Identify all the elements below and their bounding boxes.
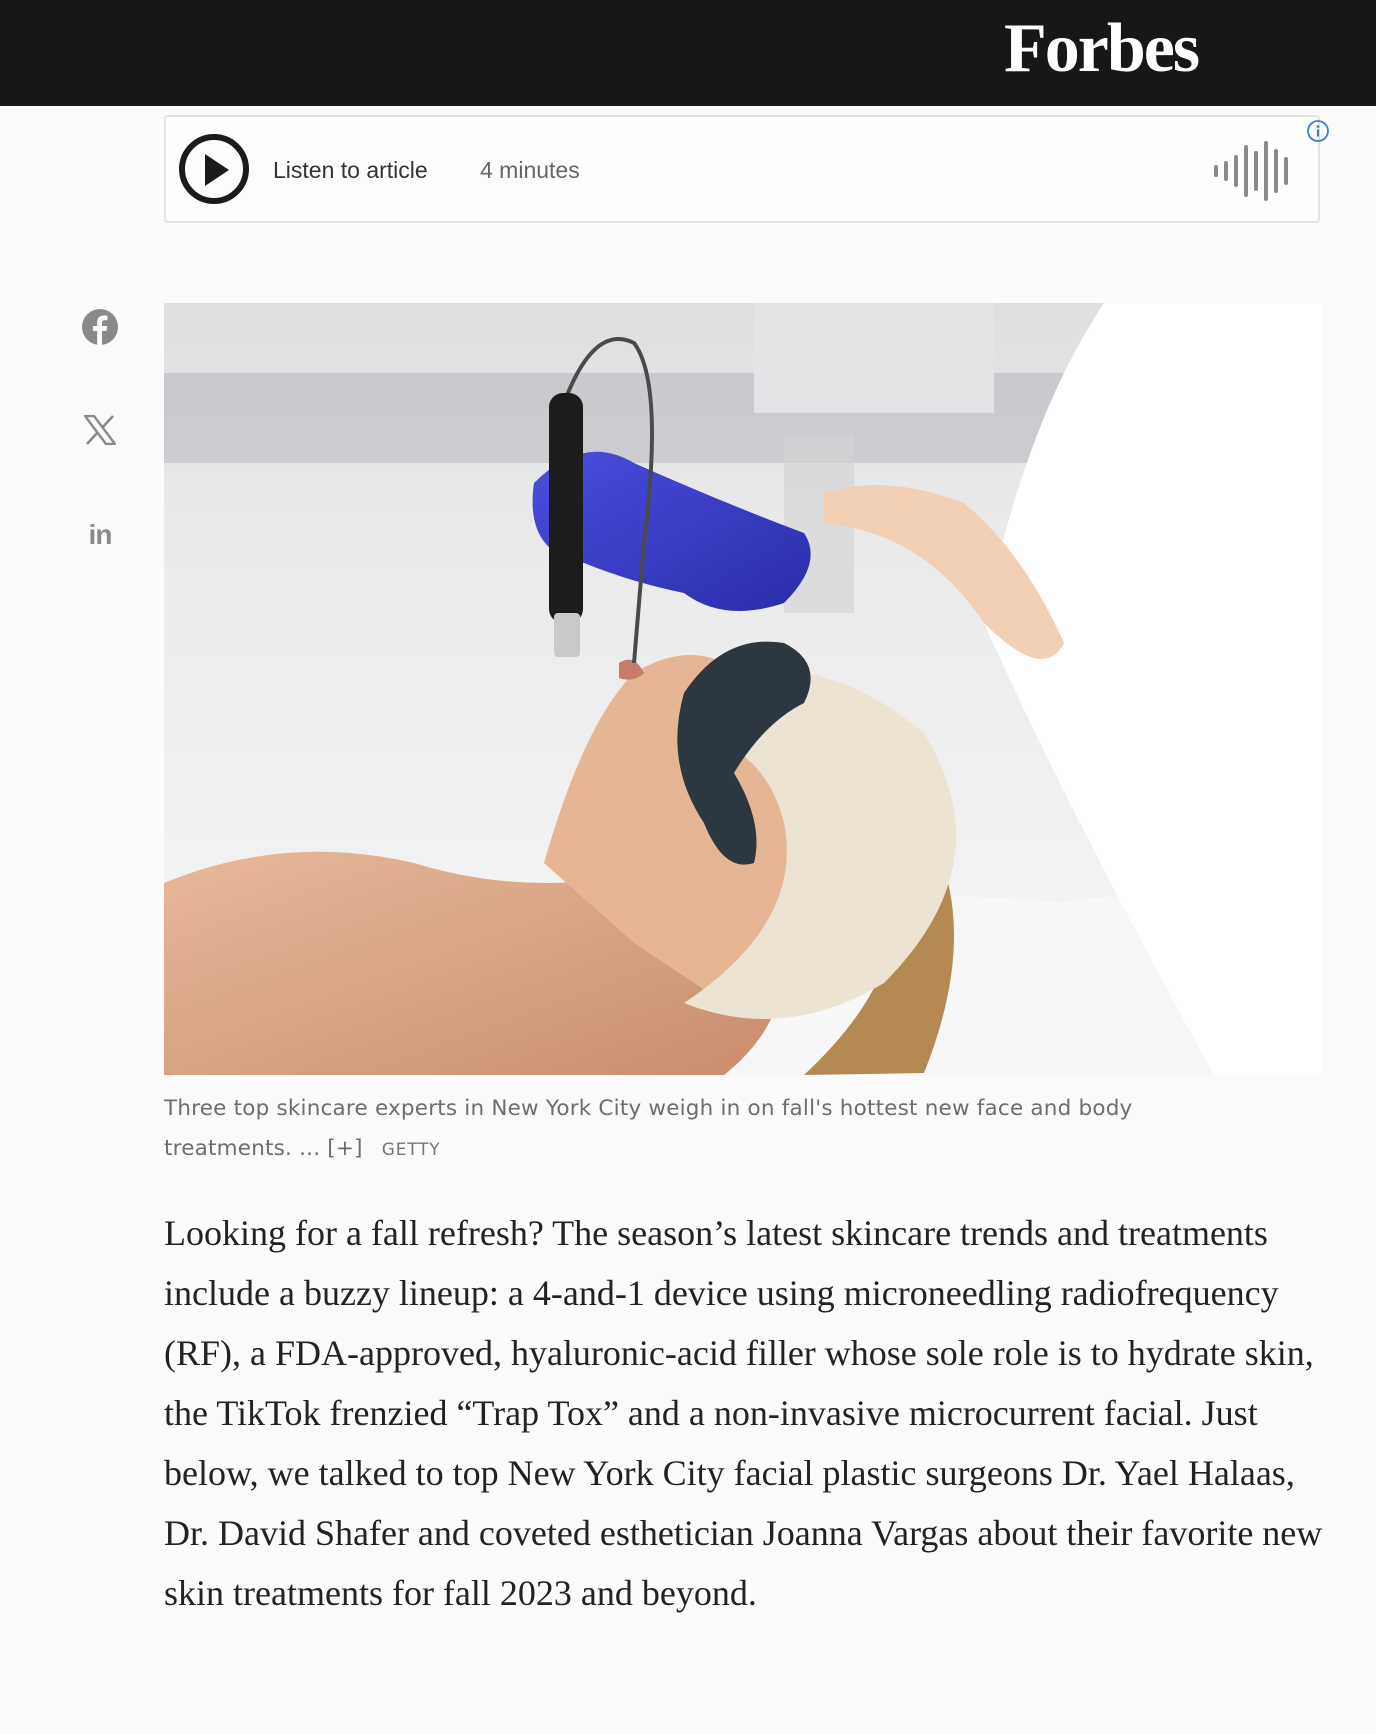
linkedin-share-button[interactable]: in	[78, 513, 122, 557]
forbes-logo[interactable]: Forbes	[1004, 8, 1200, 90]
article-paragraph: Looking for a fall refresh? The season’s…	[164, 1213, 1323, 1613]
hero-caption: Three top skincare experts in New York C…	[164, 1089, 1264, 1170]
listen-to-article-player: Listen to article 4 minutes	[164, 115, 1329, 223]
x-twitter-icon	[84, 415, 116, 445]
site-header: Forbes	[0, 0, 1376, 106]
facebook-icon	[82, 309, 118, 345]
info-icon[interactable]	[1306, 119, 1330, 143]
linkedin-icon: in	[88, 519, 113, 550]
play-circle-icon[interactable]	[179, 134, 249, 204]
x-share-button[interactable]	[78, 408, 122, 452]
audio-waveform-icon	[1214, 141, 1288, 201]
hero-image	[164, 303, 1322, 1075]
audio-duration: 4 minutes	[480, 157, 580, 183]
article-body: Looking for a fall refresh? The season’s…	[164, 1203, 1324, 1623]
caption-text: Three top skincare experts in New York C…	[164, 1096, 1133, 1161]
caption-expand-button[interactable]: [+]	[327, 1136, 362, 1161]
facebook-share-button[interactable]	[78, 305, 122, 349]
photo-credit: GETTY	[381, 1140, 441, 1160]
listen-label[interactable]: Listen to article	[273, 157, 428, 183]
skincare-treatment-photo	[164, 303, 1322, 1075]
